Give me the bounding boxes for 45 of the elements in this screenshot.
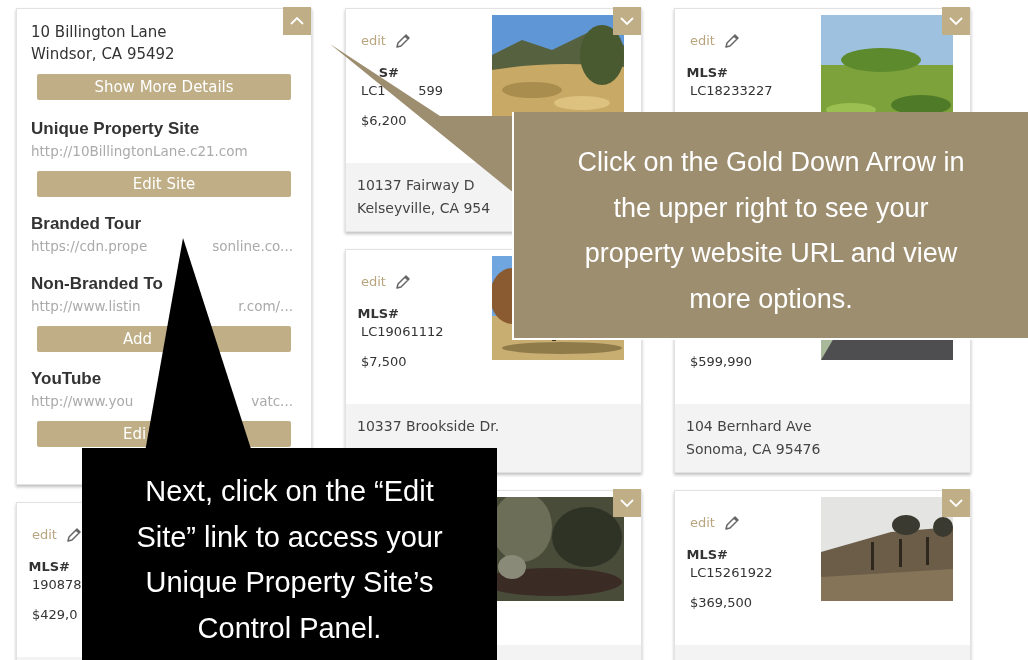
- mls-label: MLS#: [357, 305, 399, 322]
- chevron-down-icon[interactable]: [619, 16, 635, 26]
- price-text: $7,500: [361, 353, 408, 370]
- price-text: $369,500: [690, 594, 754, 611]
- edit-link[interactable]: edit: [361, 31, 386, 51]
- collapse-button[interactable]: [283, 7, 311, 35]
- edit-link[interactable]: edit: [690, 513, 715, 533]
- section-title: Unique Property Site: [31, 118, 201, 140]
- mls-label: MLS#: [686, 546, 728, 563]
- section-title: YouTube: [31, 368, 103, 390]
- chevron-down-icon[interactable]: [619, 498, 635, 508]
- chevron-up-icon[interactable]: [289, 16, 305, 26]
- chevron-down-icon[interactable]: [948, 16, 964, 26]
- address-text: 10337 Brookside Dr.: [357, 417, 500, 436]
- price-text: $6,200: [361, 112, 408, 129]
- pencil-icon[interactable]: [64, 526, 83, 544]
- edit-link[interactable]: edit: [32, 525, 57, 545]
- section-button[interactable]: Edit Site: [37, 171, 291, 197]
- expand-button[interactable]: [942, 7, 970, 35]
- address-text: 10 Billington Lane: [31, 22, 167, 43]
- mls-number: LC19061112: [361, 323, 445, 341]
- mls-label: MLS#: [28, 558, 70, 575]
- expand-button[interactable]: [613, 7, 641, 35]
- address-text: 10137 Fairway D: [357, 176, 475, 195]
- mls-number: LC1: [361, 82, 386, 100]
- callout-box: Click on the Gold Down Arrow in the upper right to see your property website URL and view more options.: [512, 112, 1028, 340]
- mls-label: MLS#: [686, 64, 728, 81]
- address-text: Windsor, CA 95492: [31, 44, 175, 65]
- section-title: Branded Tour: [31, 213, 143, 235]
- price-text: $429,0: [32, 606, 79, 623]
- edit-link[interactable]: edit: [690, 31, 715, 51]
- address-text: Kelseyville, CA 954: [357, 199, 491, 218]
- expand-button[interactable]: [613, 489, 641, 517]
- show-more-button[interactable]: Show More Details: [37, 74, 291, 100]
- chevron-down-icon[interactable]: [948, 498, 964, 508]
- expand-button[interactable]: [942, 489, 970, 517]
- address-text: 104 Bernhard Ave: [686, 417, 812, 436]
- edit-link[interactable]: edit: [361, 272, 386, 292]
- mls-number: LC15261922: [690, 564, 774, 582]
- mls-number: LC18233227: [690, 82, 774, 100]
- mls-label: S#: [378, 64, 399, 81]
- section-title: Non-Branded To: [31, 273, 164, 295]
- mls-number: 599: [418, 82, 443, 100]
- price-text: $599,990: [690, 353, 754, 370]
- address-text: Sonoma, CA 95476: [686, 440, 821, 459]
